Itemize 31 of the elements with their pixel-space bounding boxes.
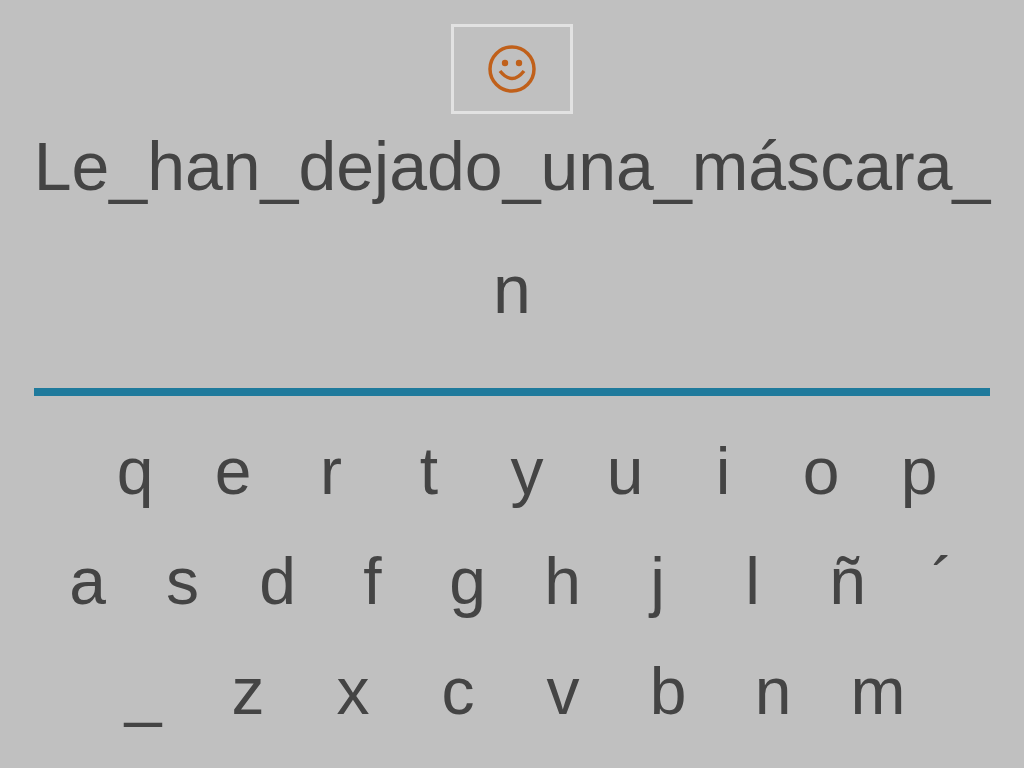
letter-key[interactable]: g <box>420 531 515 631</box>
letter-key[interactable]: u <box>576 421 674 521</box>
letter-key[interactable]: r <box>282 421 380 521</box>
smiley-icon <box>487 44 537 94</box>
letter-key[interactable]: ´ <box>895 531 990 631</box>
letter-key[interactable]: j <box>610 531 705 631</box>
letter-key[interactable]: b <box>615 641 721 741</box>
letter-key[interactable]: a <box>40 531 135 631</box>
letter-key[interactable]: l <box>705 531 800 631</box>
letter-key[interactable]: x <box>300 641 406 741</box>
letter-key[interactable]: n <box>720 641 826 741</box>
letter-key[interactable]: q <box>86 421 184 521</box>
letter-key[interactable]: v <box>510 641 616 741</box>
letter-key[interactable]: m <box>825 641 931 741</box>
letter-key[interactable]: _ <box>90 641 196 741</box>
smiley-button[interactable] <box>451 24 573 114</box>
letter-key[interactable]: t <box>380 421 478 521</box>
phrase-text: Le_han_dejado_una_máscara_ <box>33 128 991 204</box>
letter-key[interactable]: c <box>405 641 511 741</box>
letter-key[interactable]: ñ <box>800 531 895 631</box>
phrase-text: n <box>493 251 531 327</box>
letter-key[interactable]: o <box>772 421 870 521</box>
letter-key[interactable]: y <box>478 421 576 521</box>
letter-key[interactable]: d <box>230 531 325 631</box>
letter-key[interactable]: f <box>325 531 420 631</box>
letter-key[interactable]: i <box>674 421 772 521</box>
letter-key[interactable]: p <box>870 421 968 521</box>
letter-key[interactable]: s <box>135 531 230 631</box>
letter-key[interactable]: e <box>184 421 282 521</box>
letter-key[interactable]: z <box>195 641 301 741</box>
letter-key[interactable]: h <box>515 531 610 631</box>
